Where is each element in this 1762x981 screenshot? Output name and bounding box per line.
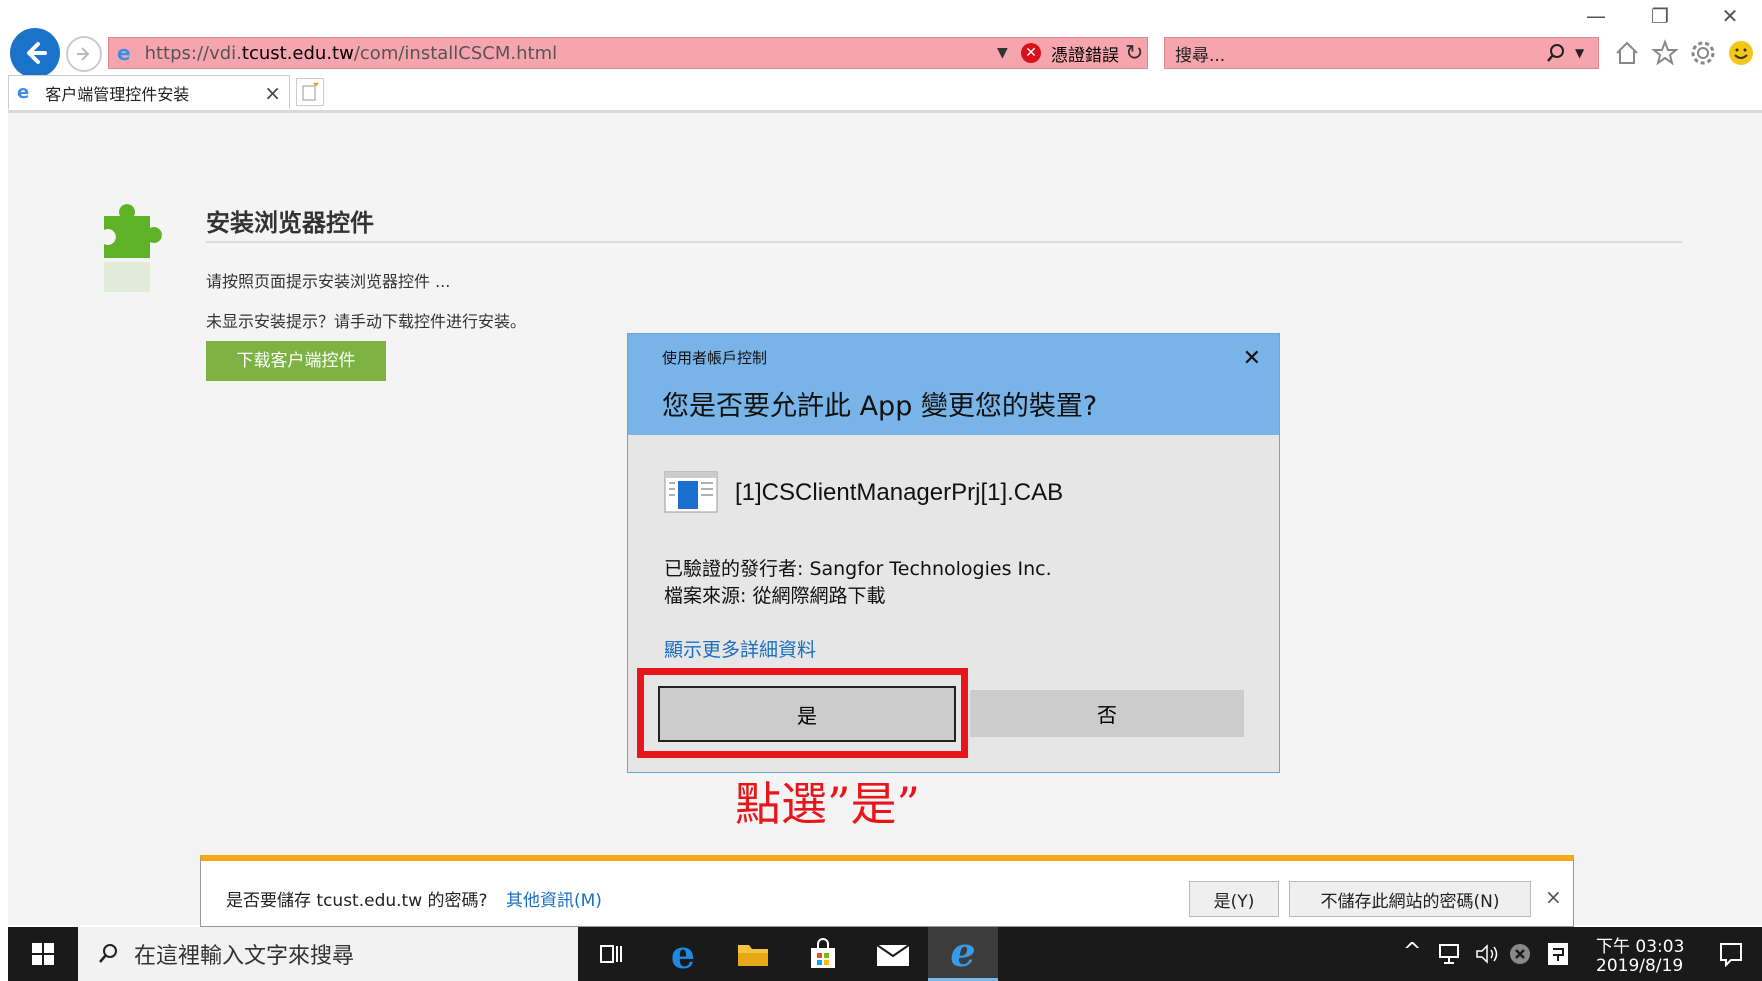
tab-title: 客户端管理控件安装 xyxy=(45,84,190,104)
network-error-icon[interactable] xyxy=(1508,942,1532,966)
browser-tab[interactable]: e 客户端管理控件安装 × xyxy=(8,75,290,109)
clock-time[interactable]: 下午 03:03 xyxy=(1596,932,1684,957)
uac-question: 您是否要允許此 App 變更您的裝置? xyxy=(662,391,1098,422)
volume-icon[interactable] xyxy=(1474,942,1500,966)
heading-divider xyxy=(206,241,1682,243)
minimize-button[interactable]: — xyxy=(1576,2,1616,30)
cert-error-icon[interactable]: ✕ xyxy=(1021,43,1041,63)
save-password-yes-button[interactable]: 是(Y) xyxy=(1189,881,1279,917)
action-center-icon[interactable] xyxy=(1718,941,1744,967)
uac-no-button[interactable]: 否 xyxy=(970,690,1244,737)
taskbar-search-icon xyxy=(99,944,117,963)
forward-arrow-icon xyxy=(77,47,90,61)
uac-more-details-link[interactable]: 顯示更多詳細資料 xyxy=(664,635,816,662)
refresh-icon[interactable]: ↻ xyxy=(1125,41,1143,66)
taskbar-search-placeholder: 在這裡輸入文字來搜尋 xyxy=(134,944,355,969)
clock-date[interactable]: 2019/8/19 xyxy=(1596,956,1683,976)
page-heading: 安装浏览器控件 xyxy=(206,209,374,237)
restore-button[interactable]: ❐ xyxy=(1640,2,1680,30)
settings-gear-icon[interactable] xyxy=(1688,38,1718,68)
notification-close-button[interactable]: × xyxy=(1545,885,1562,909)
uac-file-name: [1]CSClientManagerPrj[1].CAB xyxy=(735,479,1064,506)
show-hidden-icons[interactable]: ^ xyxy=(1403,939,1421,964)
file-app-icon xyxy=(664,471,718,513)
url-domain: tcust.edu.tw xyxy=(241,42,354,64)
uac-caption: 使用者帳戶控制 xyxy=(662,349,768,367)
puzzle-plugin-icon xyxy=(104,204,162,292)
input-method-icon[interactable] xyxy=(1546,941,1570,967)
windows-logo-icon xyxy=(32,943,54,965)
download-client-button[interactable]: 下载客户端控件 xyxy=(206,341,386,381)
back-arrow-icon xyxy=(27,42,47,64)
ie-page-icon: e xyxy=(117,41,131,65)
url-path: /com/installCSCM.html xyxy=(353,42,558,64)
feedback-smiley-icon[interactable] xyxy=(1726,38,1756,68)
save-password-prompt: 是否要儲存 tcust.edu.tw 的密碼? xyxy=(226,891,488,911)
uac-publisher: 已驗證的發行者: Sangfor Technologies Inc. xyxy=(664,558,1052,580)
never-save-password-button[interactable]: 不儲存此網站的密碼(N) xyxy=(1289,881,1531,917)
file-explorer-icon[interactable] xyxy=(718,927,788,981)
search-bar[interactable]: 搜尋... ▼ xyxy=(1164,37,1599,69)
back-button[interactable] xyxy=(10,28,60,78)
install-instruction: 请按照页面提示安装浏览器控件 ... xyxy=(206,272,451,291)
dropdown-icon[interactable]: ▼ xyxy=(997,45,1008,61)
more-info-link[interactable]: 其他資訊(M) xyxy=(506,886,602,911)
address-bar[interactable]: e https://vdi.tcust.edu.tw/com/installCS… xyxy=(108,37,1148,69)
url-prefix: https://vdi. xyxy=(144,42,242,64)
uac-header: 使用者帳戶控制 您是否要允許此 App 變更您的裝置? ✕ xyxy=(628,334,1279,435)
task-view-icon[interactable] xyxy=(577,927,647,981)
search-dropdown-icon[interactable]: ▼ xyxy=(1575,46,1584,60)
taskbar-search-box[interactable]: 在這裡輸入文字來搜尋 xyxy=(78,927,578,981)
favorites-star-icon[interactable] xyxy=(1650,38,1680,68)
mail-icon[interactable] xyxy=(858,927,928,981)
close-window-button[interactable]: ✕ xyxy=(1710,2,1750,30)
taskbar: 在這裡輸入文字來搜尋 e e ^ 下午 03:03 2019/8/19 xyxy=(8,927,1762,981)
manual-hint: 未显示安装提示？请手动下载控件进行安装。 xyxy=(206,312,527,331)
cert-error-label[interactable]: 憑證錯誤 xyxy=(1051,41,1119,66)
forward-button[interactable] xyxy=(66,36,102,72)
search-input[interactable]: 搜尋... xyxy=(1175,41,1225,66)
search-icon[interactable] xyxy=(1545,42,1567,64)
network-icon[interactable] xyxy=(1438,942,1464,966)
annotation-text: 點選”是” xyxy=(735,777,921,831)
uac-close-button[interactable]: ✕ xyxy=(1243,346,1261,371)
internet-explorer-taskbar-icon[interactable]: e xyxy=(928,927,998,981)
uac-yes-button[interactable]: 是 xyxy=(658,686,956,742)
uac-origin: 檔案來源: 從網際網路下載 xyxy=(664,585,886,607)
tab-close-button[interactable]: × xyxy=(264,81,281,105)
new-tab-button[interactable] xyxy=(296,78,324,106)
tab-ie-icon: e xyxy=(17,82,30,103)
home-icon[interactable] xyxy=(1612,38,1642,68)
store-icon[interactable] xyxy=(788,927,858,981)
start-button[interactable] xyxy=(8,927,78,981)
edge-icon[interactable]: e xyxy=(648,927,718,981)
save-password-bar: 是否要儲存 tcust.edu.tw 的密碼? 其他資訊(M) 是(Y) 不儲存… xyxy=(200,855,1574,927)
